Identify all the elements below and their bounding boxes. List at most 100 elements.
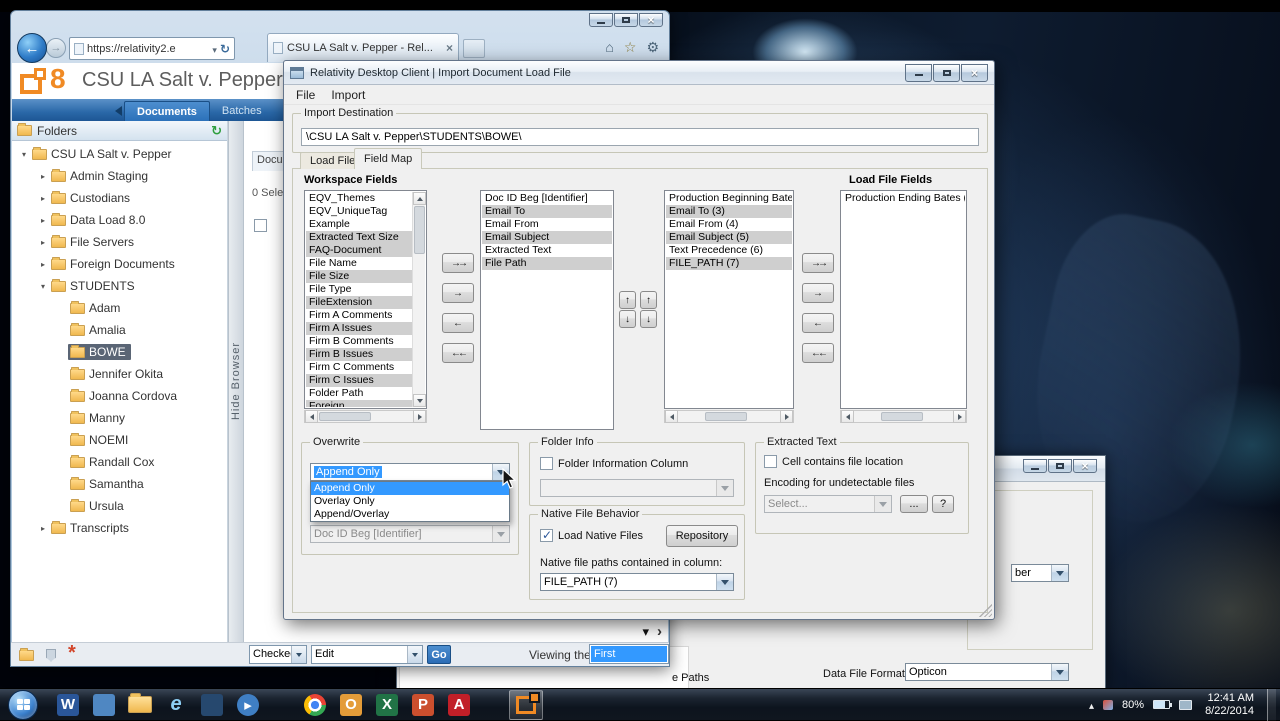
tree-item-noemi[interactable]: NOEMI	[12, 429, 227, 451]
hidden-icons-arrow[interactable]	[1089, 698, 1094, 712]
caret-down-icon[interactable]	[642, 624, 649, 640]
list-item[interactable]: Firm C Comments	[306, 361, 412, 374]
taskbar-icon-internet-explorer[interactable]: e	[159, 690, 193, 720]
list-item[interactable]: Production Ending Bates (2)	[842, 192, 965, 205]
list-item[interactable]: Doc ID Beg [Identifier]	[482, 192, 612, 205]
close-button[interactable]	[1073, 459, 1097, 473]
expand-arrow-icon[interactable]: ▸	[37, 216, 49, 225]
move-right-button[interactable]: →	[442, 283, 474, 303]
maximize-button[interactable]	[614, 13, 638, 27]
expand-arrow-icon[interactable]: ▾	[37, 282, 49, 291]
move-right-button-2[interactable]: →	[802, 283, 834, 303]
list-item[interactable]: FILE_PATH (7)	[666, 257, 792, 270]
refresh-icon[interactable]	[220, 42, 230, 56]
taskbar-icon-relativity[interactable]	[509, 689, 543, 720]
list-item[interactable]: Email Subject	[482, 231, 612, 244]
hide-browser-bar[interactable]: Hide Browser	[228, 121, 244, 642]
dropdown-arrow-icon[interactable]	[1051, 664, 1068, 680]
list-item[interactable]: Email Subject (5)	[666, 231, 792, 244]
show-desktop-button[interactable]	[1267, 688, 1276, 721]
battery-icon[interactable]	[1153, 700, 1173, 709]
move-left-button-2[interactable]: ←	[802, 313, 834, 333]
expand-arrow-icon[interactable]: ▸	[37, 172, 49, 181]
tree-item-samantha[interactable]: Samantha	[12, 473, 227, 495]
scroll-thumb[interactable]	[705, 412, 747, 421]
help-button[interactable]: ?	[932, 495, 954, 513]
checkbox-icon[interactable]	[540, 528, 553, 542]
minimize-button[interactable]	[1023, 459, 1047, 473]
dropdown-arrow-icon[interactable]	[1051, 565, 1068, 581]
maximize-button[interactable]	[1048, 459, 1072, 473]
checked-select[interactable]: Checked	[249, 645, 307, 664]
scroll-left-button[interactable]	[841, 410, 854, 423]
list-item[interactable]: Firm B Issues	[306, 348, 412, 361]
list-item[interactable]: Email To	[482, 205, 612, 218]
tree-item-admin-staging[interactable]: ▸ Admin Staging	[12, 165, 227, 187]
overwrite-combobox[interactable]: Append Only	[310, 463, 510, 481]
taskbar-icon-media-player[interactable]: ▸	[231, 690, 265, 720]
list-item[interactable]: Foreign	[306, 400, 412, 407]
minimize-button[interactable]	[905, 63, 932, 82]
scroll-up-button[interactable]	[413, 192, 426, 205]
data-file-format-combobox[interactable]: Opticon	[905, 663, 1069, 681]
viewing-select[interactable]: First	[589, 644, 669, 664]
tree-item-randall-cox[interactable]: Randall Cox	[12, 451, 227, 473]
expand-arrow-icon[interactable]: ▸	[37, 260, 49, 269]
start-button[interactable]	[8, 689, 38, 720]
new-tab-button[interactable]	[463, 39, 485, 58]
address-dropdown-icon[interactable]	[212, 42, 217, 56]
resize-grip[interactable]	[979, 604, 992, 617]
expand-arrow-icon[interactable]: ▸	[37, 194, 49, 203]
tab-field-map[interactable]: Field Map	[354, 148, 423, 169]
network-monitor-icon[interactable]	[1179, 699, 1193, 710]
tree-item-file-servers[interactable]: ▸ File Servers	[12, 231, 227, 253]
dropdown-arrow-icon[interactable]	[716, 574, 733, 590]
number-combobox[interactable]: ber	[1011, 564, 1069, 582]
tree-item-data-load-8-0[interactable]: ▸ Data Load 8.0	[12, 209, 227, 231]
taskbar-icon-powerpoint[interactable]: P	[406, 690, 440, 720]
asterisk-icon[interactable]	[68, 648, 76, 662]
cell-file-location-checkbox[interactable]: Cell contains file location	[764, 455, 903, 468]
home-icon[interactable]	[605, 39, 613, 56]
scroll-right-button[interactable]	[780, 410, 793, 423]
close-button[interactable]	[639, 13, 663, 27]
taskbar-icon-chrome[interactable]	[298, 690, 332, 720]
taskbar-icon-app-dark[interactable]	[195, 690, 229, 720]
folder-information-checkbox[interactable]: Folder Information Column	[540, 457, 688, 470]
vertical-scrollbar[interactable]	[412, 192, 426, 407]
list-item[interactable]: FileExtension	[306, 296, 412, 309]
taskbar-clock[interactable]: 12:41 AM 8/22/2014	[1205, 692, 1254, 718]
tab-batches[interactable]: Batches	[210, 101, 274, 121]
taskbar-icon-acrobat[interactable]: A	[442, 690, 476, 720]
scroll-left-button[interactable]	[665, 410, 678, 423]
folder-view-icon[interactable]	[19, 647, 34, 661]
tag-icon[interactable]	[46, 648, 56, 662]
list-item[interactable]: Email To (3)	[666, 205, 792, 218]
checkbox-icon[interactable]	[540, 457, 553, 470]
list-item[interactable]: File Type	[306, 283, 412, 296]
list-item[interactable]: Firm A Comments	[306, 309, 412, 322]
select-all-checkbox[interactable]	[254, 219, 267, 232]
scroll-thumb[interactable]	[881, 412, 923, 421]
scroll-right-button[interactable]	[953, 410, 966, 423]
list-item[interactable]: Folder Path	[306, 387, 412, 400]
list-item[interactable]: Email From (4)	[666, 218, 792, 231]
menu-file[interactable]: File	[288, 86, 323, 104]
tree-item-bowe[interactable]: BOWE	[12, 341, 227, 363]
next-page-icon[interactable]	[657, 623, 662, 640]
dropdown-option[interactable]: Overlay Only	[311, 495, 509, 508]
tree-item-foreign-documents[interactable]: ▸ Foreign Documents	[12, 253, 227, 275]
move-all-right-button[interactable]: →→	[442, 253, 474, 273]
move-all-right-button-2[interactable]: →→	[802, 253, 834, 273]
reorder-up-left-button[interactable]: ↑	[619, 291, 636, 309]
tools-gear-icon[interactable]	[646, 39, 659, 56]
checkbox-icon[interactable]	[764, 455, 777, 468]
list-item[interactable]: Text Precedence (6)	[666, 244, 792, 257]
menu-import[interactable]: Import	[323, 86, 373, 104]
tab-close-icon[interactable]	[446, 41, 453, 55]
dialog-titlebar[interactable]: Relativity Desktop Client | Import Docum…	[284, 61, 994, 85]
move-all-left-button-2[interactable]: ←←	[802, 343, 834, 363]
scroll-thumb[interactable]	[319, 412, 371, 421]
edit-select[interactable]: Edit	[311, 645, 423, 664]
maximize-button[interactable]	[933, 63, 960, 82]
